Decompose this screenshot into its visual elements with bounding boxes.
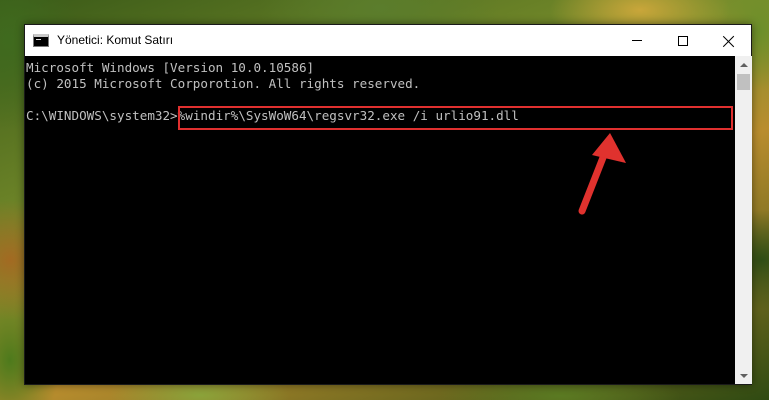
window-title: Yönetici: Komut Satırı: [57, 33, 174, 47]
scroll-down-button[interactable]: [735, 367, 752, 384]
close-icon: [723, 35, 735, 47]
maximize-icon: [678, 35, 688, 46]
cmd-icon: [33, 34, 49, 47]
console-output[interactable]: Microsoft Windows [Version 10.0.10586] (…: [25, 56, 735, 384]
command-prompt-window: Yönetici: Komut Satırı Microsoft Windows…: [24, 24, 752, 385]
title-bar[interactable]: Yönetici: Komut Satırı: [25, 25, 751, 56]
command-text[interactable]: %windir%\SysWoW64\regsvr32.exe /i urlio9…: [178, 108, 519, 123]
vertical-scrollbar[interactable]: [735, 56, 752, 384]
red-arrow-icon: [578, 133, 626, 215]
maximize-button[interactable]: [660, 25, 706, 56]
chevron-down-icon: [739, 373, 748, 378]
minimize-icon: [632, 40, 642, 41]
scroll-up-button[interactable]: [735, 56, 752, 73]
chevron-up-icon: [739, 62, 748, 67]
console-line-version: Microsoft Windows [Version 10.0.10586]: [26, 60, 315, 75]
prompt-text: C:\WINDOWS\system32>: [26, 108, 178, 123]
minimize-button[interactable]: [614, 25, 660, 56]
command-line[interactable]: C:\WINDOWS\system32>%windir%\SysWoW64\re…: [26, 108, 735, 124]
scroll-thumb[interactable]: [737, 74, 750, 90]
console-line-copyright: (c) 2015 Microsoft Corporotion. All righ…: [26, 76, 421, 91]
close-button[interactable]: [706, 25, 752, 56]
